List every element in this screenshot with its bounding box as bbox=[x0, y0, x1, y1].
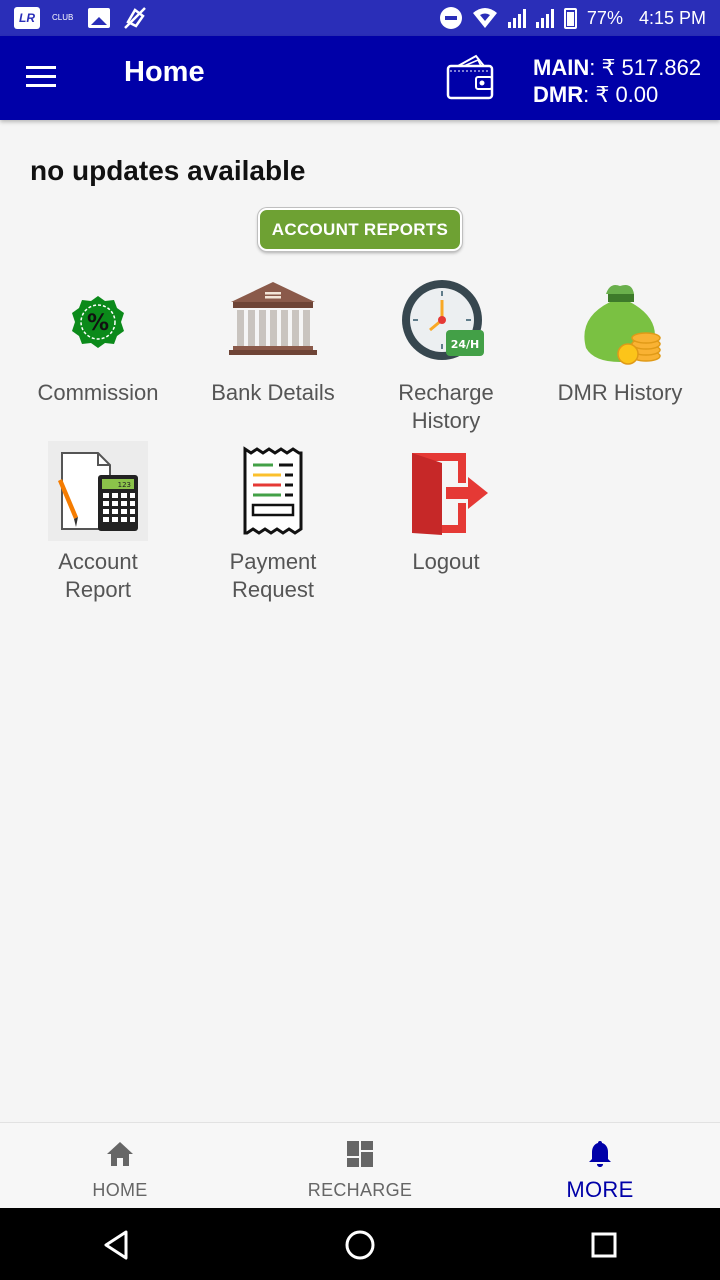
wallet-icon[interactable] bbox=[446, 54, 494, 100]
status-bar: LR CLUB 77% 4:15 PM bbox=[0, 0, 720, 36]
percent-badge-icon: % bbox=[72, 296, 124, 348]
dmr-history-tile[interactable]: DMR History bbox=[533, 272, 707, 407]
home-icon bbox=[107, 1142, 133, 1166]
hamburger-menu-icon[interactable] bbox=[26, 66, 58, 90]
recharge-history-tile[interactable]: 24/H Recharge History bbox=[359, 272, 533, 435]
commission-label: Commission bbox=[37, 380, 159, 405]
image-notification-icon bbox=[88, 8, 110, 28]
bank-icon bbox=[229, 282, 317, 355]
app-bar: Home MAIN: ₹ 517.862 DMR: ₹ 0.00 bbox=[0, 36, 720, 120]
nav-home-label: HOME bbox=[92, 1180, 148, 1200]
money-bag-icon bbox=[584, 285, 661, 365]
dashboard-icon bbox=[347, 1141, 373, 1167]
recents-icon[interactable] bbox=[587, 1228, 621, 1262]
nav-home[interactable]: HOME bbox=[0, 1123, 240, 1209]
clock-badge-text: 24/H bbox=[451, 338, 480, 351]
account-report-label: Account Report bbox=[58, 549, 138, 602]
bank-details-label: Bank Details bbox=[211, 380, 335, 405]
nav-recharge[interactable]: RECHARGE bbox=[240, 1123, 480, 1209]
status-bar-system: 77% 4:15 PM bbox=[439, 0, 706, 36]
dmr-history-label: DMR History bbox=[557, 380, 683, 405]
signal-strength-2-icon bbox=[535, 8, 554, 28]
mute-icon bbox=[124, 7, 146, 29]
account-report-tile[interactable]: 123 Account Report bbox=[11, 441, 185, 604]
nav-recharge-label: RECHARGE bbox=[307, 1180, 413, 1200]
logout-label: Logout bbox=[412, 549, 480, 574]
payment-request-label: Payment Request bbox=[229, 549, 317, 602]
home-circle-icon[interactable] bbox=[343, 1228, 377, 1262]
logout-door-icon bbox=[412, 453, 488, 535]
status-bar-notifications: LR CLUB bbox=[14, 6, 148, 30]
system-navigation-bar bbox=[0, 1208, 720, 1280]
dmr-balance: DMR: ₹ 0.00 bbox=[533, 82, 659, 107]
club-notification-icon: CLUB bbox=[52, 13, 74, 22]
clock-24h-icon: 24/H bbox=[402, 280, 484, 360]
commission-tile[interactable]: % Commission bbox=[11, 272, 185, 407]
nav-more-label: MORE bbox=[566, 1177, 634, 1202]
clock-time: 4:15 PM bbox=[638, 7, 706, 28]
back-icon[interactable] bbox=[100, 1228, 134, 1262]
main-balance: MAIN: ₹ 517.862 bbox=[533, 55, 702, 80]
receipt-icon bbox=[243, 446, 303, 535]
battery-percent: 77% bbox=[586, 7, 623, 28]
calculator-document-icon: 123 bbox=[48, 441, 148, 541]
updates-message: no updates available bbox=[30, 155, 306, 186]
bank-details-tile[interactable]: Bank Details bbox=[186, 272, 360, 407]
logout-tile[interactable]: Logout bbox=[359, 441, 533, 576]
calculator-display-text: 123 bbox=[118, 481, 131, 489]
bell-icon bbox=[589, 1141, 611, 1167]
page-title: Home bbox=[124, 56, 205, 88]
do-not-disturb-icon bbox=[439, 7, 462, 29]
nav-more[interactable]: MORE bbox=[480, 1123, 720, 1209]
battery-icon bbox=[563, 7, 577, 29]
payment-request-tile[interactable]: Payment Request bbox=[186, 441, 360, 604]
wallet-balances: MAIN: ₹ 517.862 DMR: ₹ 0.00 bbox=[533, 54, 701, 108]
svg-text:%: % bbox=[87, 311, 109, 336]
account-reports-button[interactable]: ACCOUNT REPORTS bbox=[258, 208, 462, 251]
bottom-navigation: HOME RECHARGE MORE bbox=[0, 1122, 720, 1208]
wifi-icon bbox=[472, 8, 497, 28]
recharge-history-label: Recharge History bbox=[398, 380, 494, 433]
signal-strength-icon bbox=[507, 8, 526, 28]
app-notification-icon: LR bbox=[14, 7, 40, 29]
